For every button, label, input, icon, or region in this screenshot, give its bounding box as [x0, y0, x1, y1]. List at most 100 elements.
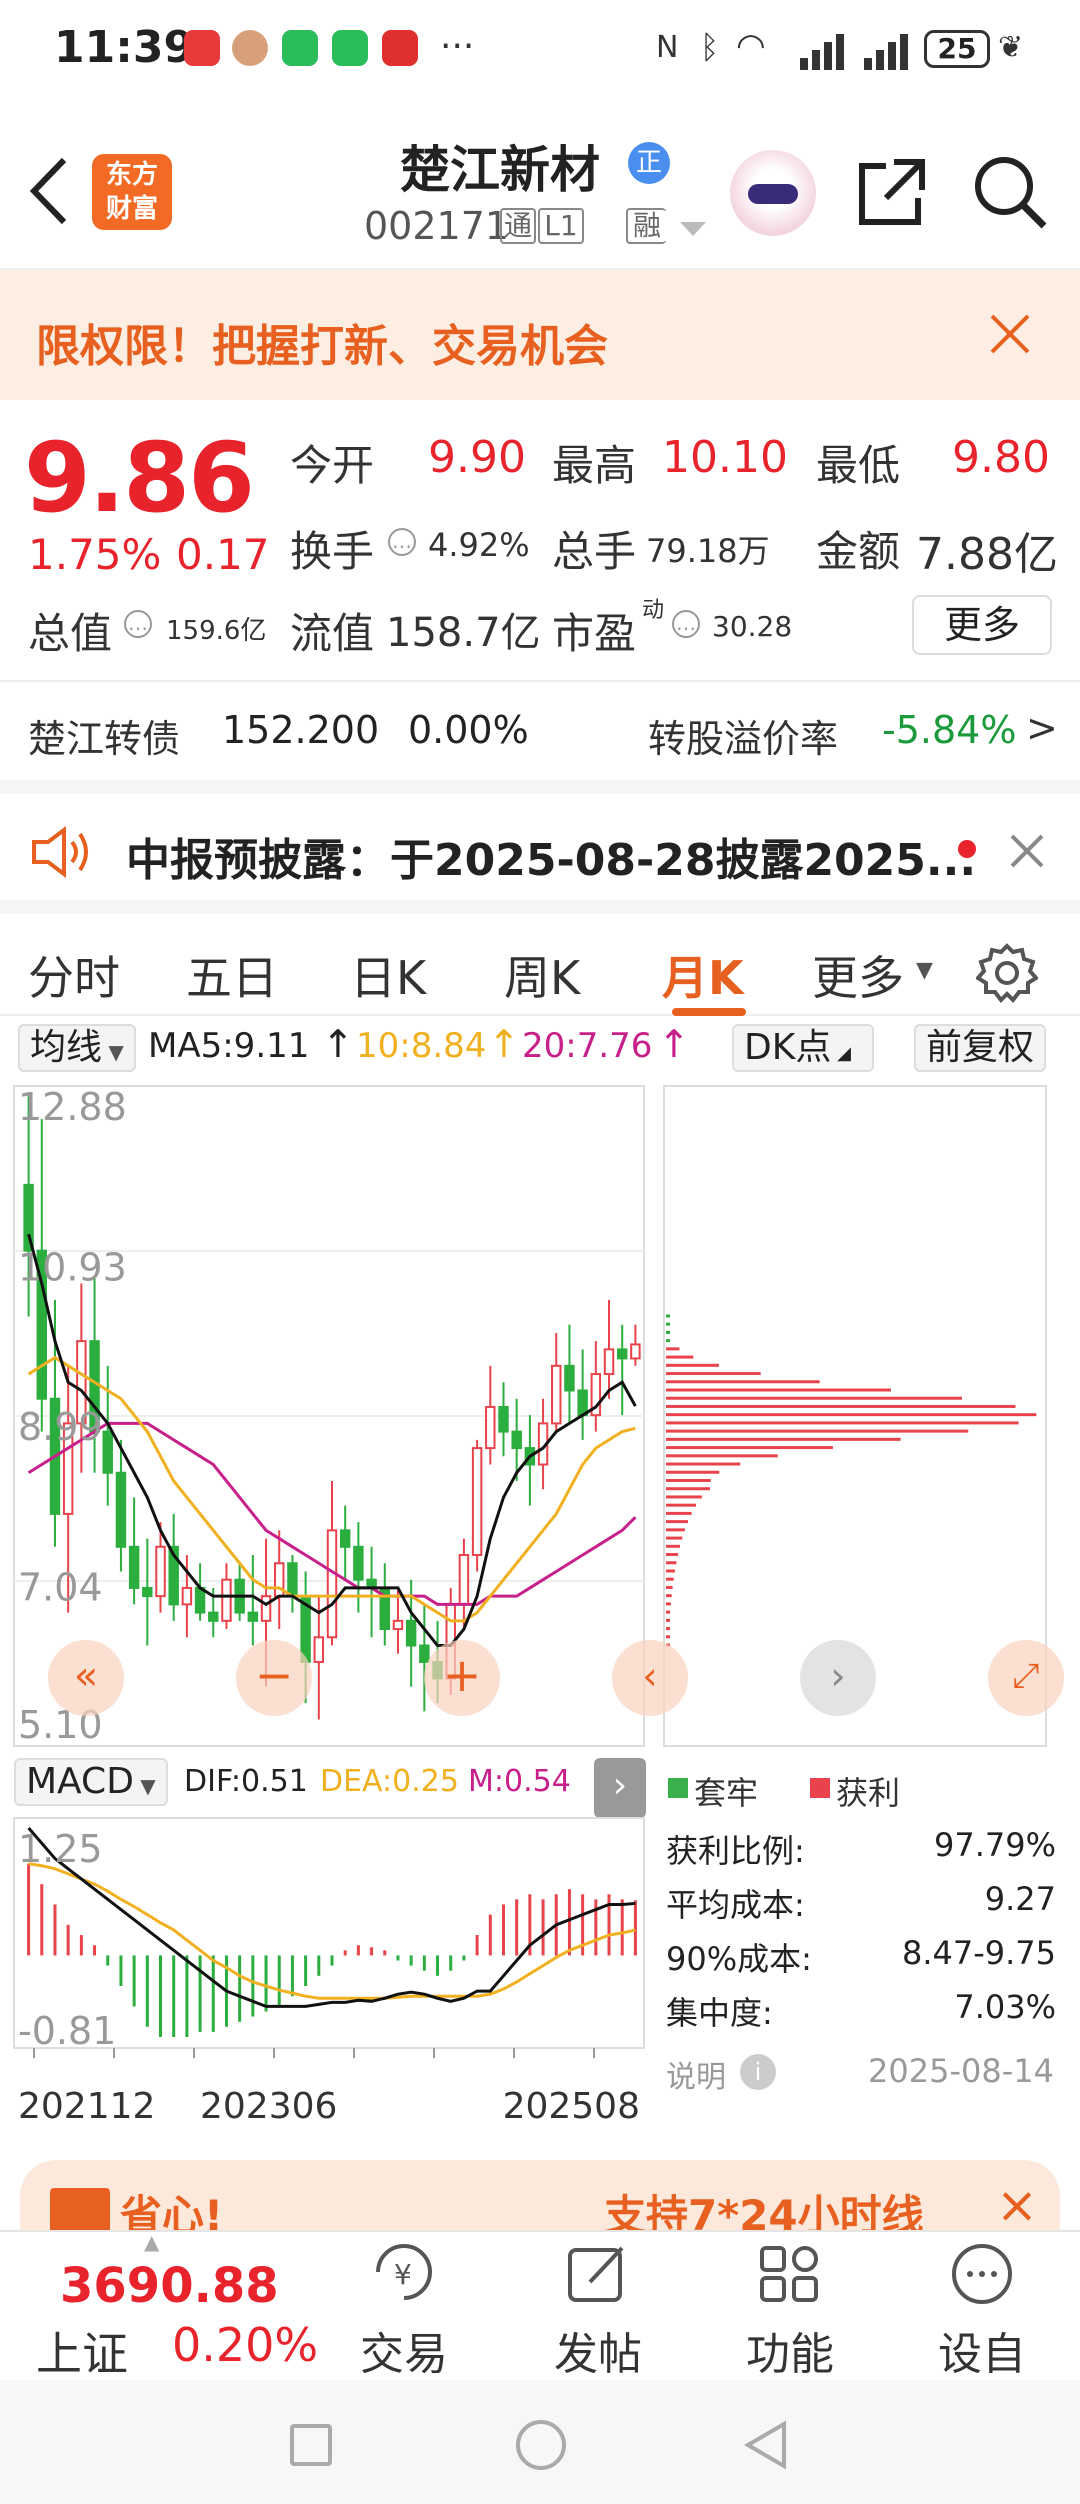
mktcap-label: 总值 [28, 609, 113, 658]
nav-functions[interactable]: 功能 [730, 2242, 850, 2382]
float-value: 158.7亿 [386, 610, 541, 656]
kline-svg[interactable]: 12.8810.938.997.045.10 [0, 1080, 1080, 1760]
settings-icon[interactable] [976, 942, 1038, 1004]
more-button[interactable]: 更多 [912, 595, 1052, 655]
chip-bar [666, 1495, 702, 1499]
chip-bar [666, 1437, 901, 1441]
turnover-label: 换手 [290, 527, 375, 576]
tab-five-day[interactable]: 五日 [186, 942, 278, 1008]
share-icon[interactable] [856, 156, 928, 228]
candle-body [392, 1619, 404, 1631]
info-icon-3[interactable]: … [672, 610, 700, 638]
home-icon[interactable] [516, 2420, 566, 2470]
macd-svg[interactable]: 1.25 -0.81 202112 202306 202508 [0, 1812, 660, 2142]
close-icon[interactable] [990, 314, 1030, 354]
notice-bar[interactable]: 中报预披露：于2025-08-28披露2025... [0, 780, 1080, 900]
back-icon[interactable] [26, 156, 70, 226]
chip-stats-panel: 套牢 获利 获利比例: 97.79% 平均成本: 9.27 90%成本: 8.47-9.7… [664, 1760, 1064, 2100]
eastmoney-logo[interactable]: 东方 财富 [92, 154, 172, 230]
chip-bar [666, 1503, 697, 1507]
tab-intraday[interactable]: 分时 [28, 942, 120, 1008]
search-icon[interactable] [972, 154, 1048, 230]
ma-selector-button[interactable]: 均线 ▼ [18, 1024, 136, 1072]
macd-header: MACD ▼ DIF:0.51 DEA:0.25 M:0.54 › [0, 1750, 660, 1818]
bottom-nav: ▲ 3690.88 上证 0.20% ¥ 交易 发帖 功能 设自选 [0, 2230, 1080, 2444]
zoom-out-button[interactable]: − [236, 1640, 312, 1716]
adjust-button[interactable]: 前复权 [914, 1024, 1047, 1072]
fullscreen-button[interactable]: ⤢ [988, 1640, 1064, 1716]
macd-selector-button[interactable]: MACD ▼ [14, 1758, 168, 1806]
chip-bar [666, 1511, 692, 1515]
dea-value: DEA:0.25 [320, 1764, 459, 1799]
high-label: 最高 [552, 441, 637, 490]
nav-post[interactable]: 发帖 [538, 2242, 658, 2382]
low-value: 9.80 [952, 432, 1050, 483]
dk-point-button[interactable]: DK点 ◢ [732, 1024, 874, 1072]
candle-body [260, 1595, 272, 1622]
signal-icon-2 [864, 34, 908, 70]
bluetooth-icon: ᛒ [700, 28, 720, 66]
info-icon-4[interactable]: i [740, 2054, 776, 2090]
speaker-icon [32, 826, 88, 878]
chip-stat-row: 获利比例: 97.79% [664, 1822, 1056, 1872]
stock-name: 楚江新材 [400, 141, 600, 199]
float-label: 流值 [290, 609, 375, 658]
ma20-value: 20:7.76 [522, 1026, 653, 1066]
trapped-legend: 套牢 [694, 1774, 759, 1812]
index-ticker[interactable]: ▲ 3690.88 上证 0.20% [0, 2230, 320, 2382]
y-tick-label: 10.93 [18, 1245, 127, 1289]
scroll-right-button[interactable]: › [800, 1640, 876, 1716]
promo-close-icon[interactable]: × [996, 2176, 1038, 2234]
macd-y-tick-label: 1.25 [18, 1827, 103, 1871]
scroll-left-button[interactable]: ‹ [612, 1640, 688, 1716]
back-nav-icon[interactable] [744, 2420, 788, 2470]
active-tab-indicator [672, 1008, 746, 1016]
info-icon-2[interactable]: … [124, 610, 152, 638]
expand-up-icon: ▲ [144, 2230, 160, 2254]
nfc-icon: N [656, 30, 679, 65]
tab-monthly-k[interactable]: 月K [662, 942, 744, 1008]
chip-bar [666, 1339, 670, 1343]
ai-assistant-icon[interactable] [730, 150, 816, 236]
chip-bar [666, 1363, 719, 1367]
close-notice-icon[interactable] [1010, 834, 1044, 868]
candle-body [221, 1578, 232, 1622]
bond-name: 楚江转债 [28, 717, 181, 761]
chip-stat-value: 8.47-9.75 [901, 1934, 1056, 1972]
zoom-in-button[interactable]: + [424, 1640, 500, 1716]
recent-apps-icon[interactable] [290, 2424, 332, 2466]
chip-bar [666, 1314, 670, 1318]
chip-stat-value: 97.79% [933, 1826, 1056, 1864]
macd-chart-area[interactable]: 1.25 -0.81 202112 202306 202508 [0, 1812, 660, 2142]
tab-weekly-k[interactable]: 周K [504, 942, 580, 1008]
open-label: 今开 [290, 441, 375, 490]
index-price: 3690.88 [60, 2258, 279, 2314]
quote-panel: 9.86 1.75% 0.17 今开 9.90 最高 10.10 最低 9.80… [0, 400, 1080, 680]
index-pct: 0.20% [172, 2318, 319, 2372]
ma-selector-label: 均线 [30, 1027, 103, 1068]
chip-stat-value: 9.27 [984, 1880, 1056, 1918]
dropdown-arrow-icon[interactable] [680, 222, 706, 238]
info-icon[interactable]: … [388, 528, 416, 556]
macd-next-button[interactable]: › [594, 1758, 646, 1818]
kline-chart-area[interactable]: 12.88 10.93 8.99 7.04 5.10 « − + ‹ › ⤢ [0, 1080, 1080, 1760]
nav-trade[interactable]: ¥ 交易 [344, 2242, 464, 2382]
notice-text: 中报预披露：于2025-08-28披露2025... [126, 835, 977, 886]
convertible-bond-row[interactable]: 楚江转债 152.200 0.00% 转股溢价率 -5.84% > [0, 680, 1080, 780]
stock-header: 东方 财富 楚江新材 正 002171 通 L1 融 [0, 110, 1080, 270]
tab-daily-k[interactable]: 日K [350, 942, 426, 1008]
system-nav-bar [0, 2380, 1080, 2504]
chip-bar [666, 1577, 674, 1581]
promo-banner[interactable]: 限权限！把握打新、交易机会 [0, 270, 1080, 400]
chip-bar [666, 1487, 710, 1491]
chip-stat-label: 平均成本: [666, 1886, 805, 1924]
y-tick-label: 7.04 [18, 1565, 103, 1609]
candle-body [102, 1430, 113, 1474]
tab-more[interactable]: 更多 [812, 942, 904, 1008]
promo-bar[interactable]: 省心! 支持7*24小时线 × [20, 2160, 1060, 2240]
chip-note-label: 说明 [666, 2060, 726, 2095]
chip-bar [666, 1413, 1037, 1417]
y-tick-label: 8.99 [18, 1405, 103, 1449]
scroll-left-fast-button[interactable]: « [48, 1640, 124, 1716]
candle-body [603, 1348, 615, 1376]
